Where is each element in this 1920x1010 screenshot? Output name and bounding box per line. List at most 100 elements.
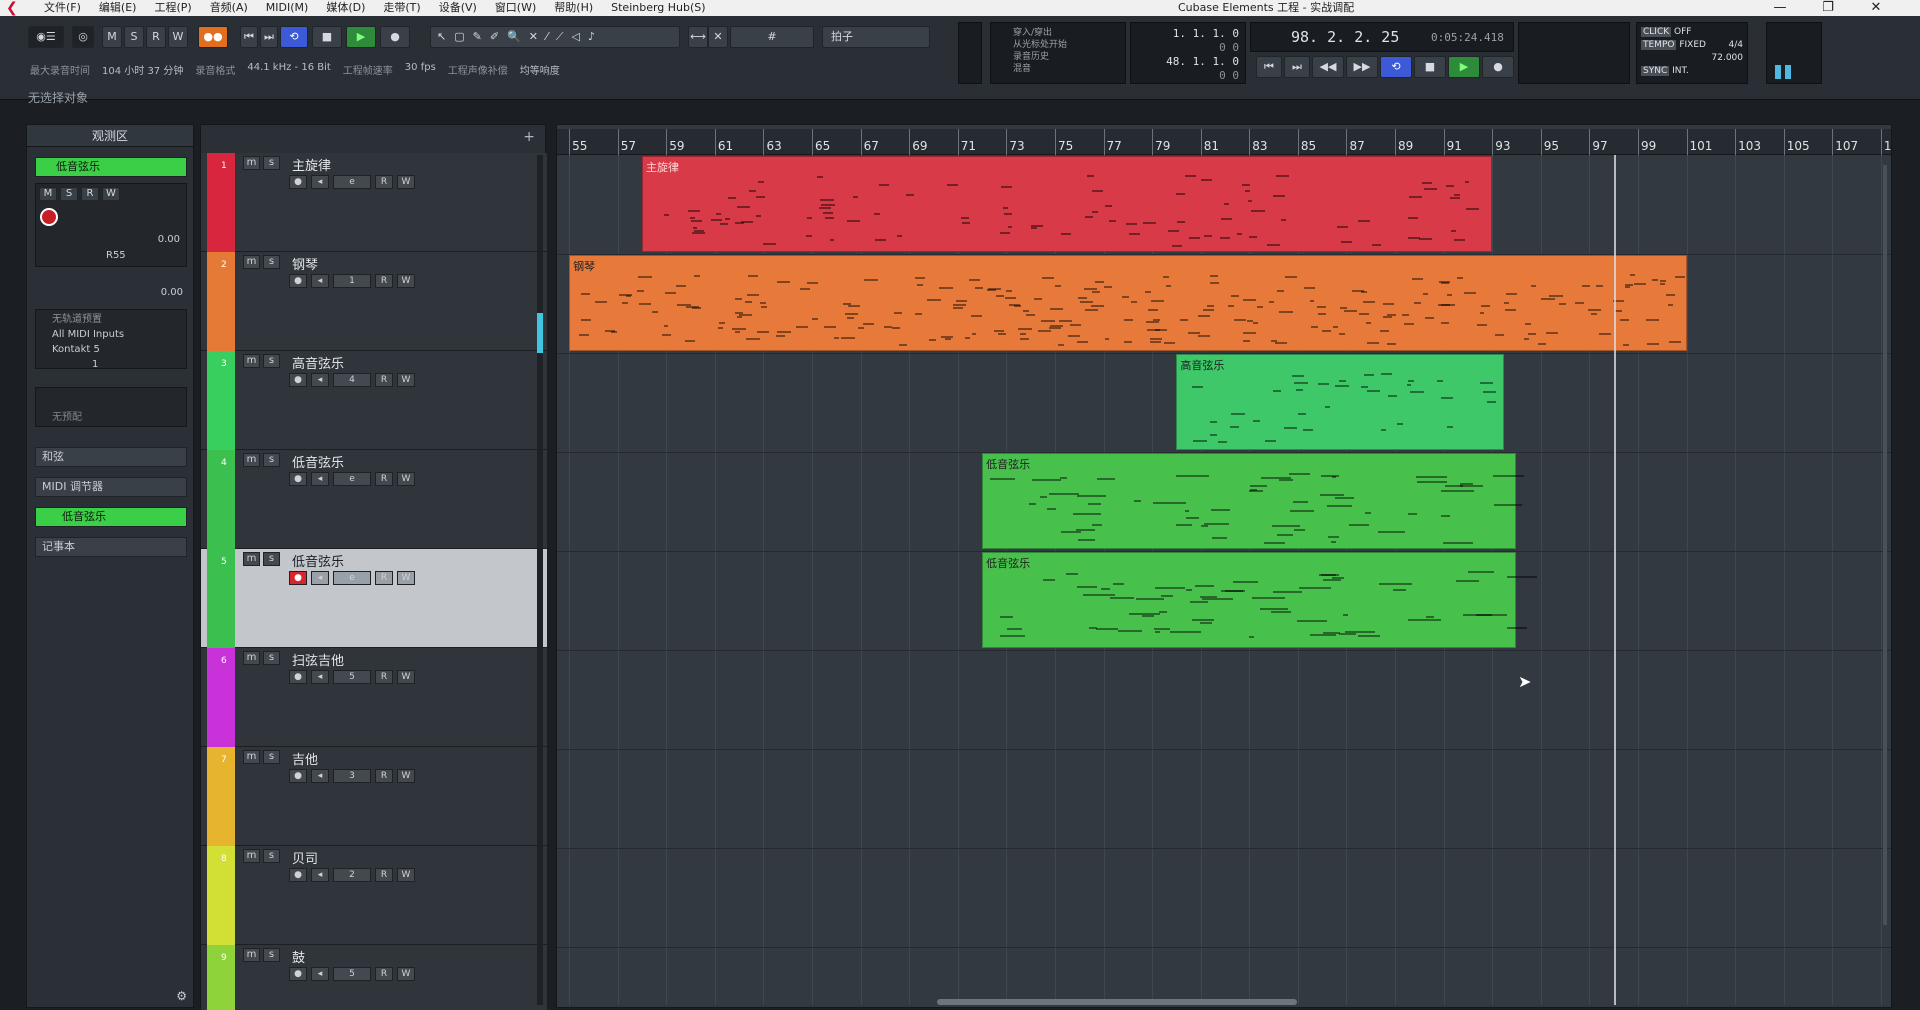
track-record-button[interactable]: ● xyxy=(289,571,307,585)
track-solo-button[interactable]: s xyxy=(263,156,280,170)
left-locator[interactable]: 1. 1. 1. 0 xyxy=(1137,27,1239,41)
track-write-button[interactable]: W xyxy=(397,373,415,387)
track-name[interactable]: 鼓 xyxy=(292,947,305,966)
track-record-button[interactable]: ● xyxy=(289,373,307,387)
track-record-button[interactable]: ● xyxy=(289,769,307,783)
tempo-label[interactable]: TEMPO xyxy=(1641,40,1677,50)
add-track-icon[interactable]: + xyxy=(523,129,535,145)
track-name[interactable]: 扫弦吉他 xyxy=(292,650,344,669)
track-color-bar[interactable]: 7 xyxy=(207,747,235,846)
track-record-button[interactable]: ● xyxy=(289,868,307,882)
inspector-write-button[interactable]: W xyxy=(102,187,120,201)
track-solo-button[interactable]: s xyxy=(263,849,280,863)
inspector-section-midi-modifiers[interactable]: MIDI 调节器 xyxy=(35,477,187,497)
menu-item-1[interactable]: 编辑(E) xyxy=(95,0,141,16)
track-read-button[interactable]: R xyxy=(375,373,393,387)
track-row[interactable]: 5 m s 低音弦乐 ● ◂ e R W xyxy=(201,549,547,648)
track-color-bar[interactable]: 2 xyxy=(207,252,235,351)
track-mute-button[interactable]: m xyxy=(243,750,260,764)
track-monitor-button[interactable]: ◂ xyxy=(311,274,329,288)
track-record-button[interactable]: ● xyxy=(289,274,307,288)
track-name[interactable]: 钢琴 xyxy=(292,254,318,273)
track-monitor-button[interactable]: ◂ xyxy=(311,472,329,486)
track-row[interactable]: 8 m s 贝司 ● ◂ 2 R W xyxy=(201,846,547,945)
menu-item-10[interactable]: Steinberg Hub(S) xyxy=(607,0,709,16)
cycle-button[interactable]: ⟲ xyxy=(280,26,308,48)
solo-mode-button[interactable]: S xyxy=(124,26,144,48)
punch-item-2[interactable]: 从光标处开始 xyxy=(1013,39,1125,51)
stop-button[interactable]: ■ xyxy=(312,26,342,48)
inspector-mute-button[interactable]: M xyxy=(39,187,57,201)
restore-button[interactable]: ❐ xyxy=(1808,0,1848,16)
goto-end-button[interactable]: ⏭ xyxy=(260,26,278,48)
track-read-button[interactable]: R xyxy=(375,769,393,783)
sync-mode[interactable]: INT. xyxy=(1672,66,1689,76)
framerate-value[interactable]: 30 fps xyxy=(405,62,436,77)
inspector-solo-button[interactable]: S xyxy=(60,187,78,201)
track-row[interactable]: 3 m s 高音弦乐 ● ◂ 4 R W xyxy=(201,351,547,450)
position-time[interactable]: 0:05:24.418 xyxy=(1431,31,1504,44)
right-locator[interactable]: 48. 1. 1. 0 xyxy=(1137,55,1239,69)
snap-toggle[interactable]: ⟷ xyxy=(688,26,708,48)
quantize-select[interactable]: 拍子 xyxy=(822,26,930,48)
play-button[interactable]: ▶ xyxy=(346,26,376,48)
window-layout-button[interactable]: ◉☰ xyxy=(28,26,64,48)
write-mode-button[interactable]: W xyxy=(168,26,188,48)
minimize-button[interactable]: — xyxy=(1760,0,1800,16)
track-write-button[interactable]: W xyxy=(397,967,415,981)
inspector-pan[interactable]: R55 xyxy=(106,250,126,261)
track-read-button[interactable]: R xyxy=(375,571,393,585)
constrain-button[interactable]: ◎ xyxy=(72,26,94,48)
track-color-bar[interactable]: 4 xyxy=(207,450,235,549)
track-name[interactable]: 主旋律 xyxy=(292,155,331,174)
menu-item-8[interactable]: 窗口(W) xyxy=(491,0,540,16)
track-mute-button[interactable]: m xyxy=(243,948,260,962)
inspector-output[interactable]: Kontakt 5 xyxy=(52,342,186,357)
midi-part[interactable]: 低音弦乐 xyxy=(982,552,1538,648)
track-monitor-button[interactable]: ◂ xyxy=(311,967,329,981)
vertical-zoom-scrollbar[interactable] xyxy=(1883,165,1887,925)
inspector-track-name[interactable]: 低音弦乐 xyxy=(35,157,187,177)
track-solo-button[interactable]: s xyxy=(263,354,280,368)
track-read-button[interactable]: R xyxy=(375,967,393,981)
next-marker-button[interactable]: ⏭ xyxy=(1284,56,1310,78)
transport-cycle-button[interactable]: ⟲ xyxy=(1380,56,1412,78)
track-write-button[interactable]: W xyxy=(397,571,415,585)
track-slot-button[interactable]: e xyxy=(333,571,371,585)
forward-button[interactable]: ▶▶ xyxy=(1346,56,1378,78)
inspector-section-notepad[interactable]: 记事本 xyxy=(35,537,187,557)
position-display[interactable]: 98. 2. 2. 25 0:05:24.418 xyxy=(1250,22,1514,52)
track-monitor-button[interactable]: ◂ xyxy=(311,571,329,585)
track-record-button[interactable]: ● xyxy=(289,670,307,684)
track-color-bar[interactable]: 1 xyxy=(207,153,235,252)
track-slot-button[interactable]: 4 xyxy=(333,373,371,387)
track-mute-button[interactable]: m xyxy=(243,255,260,269)
track-solo-button[interactable]: s xyxy=(263,453,280,467)
read-mode-button[interactable]: R xyxy=(146,26,166,48)
track-mute-button[interactable]: m xyxy=(243,651,260,665)
track-write-button[interactable]: W xyxy=(397,472,415,486)
click-state[interactable]: OFF xyxy=(1674,27,1691,37)
track-name[interactable]: 低音弦乐 xyxy=(292,551,344,570)
track-monitor-button[interactable]: ◂ xyxy=(311,868,329,882)
tempo-mode[interactable]: FIXED xyxy=(1679,40,1706,50)
menu-item-9[interactable]: 帮助(H) xyxy=(550,0,597,16)
track-solo-button[interactable]: s xyxy=(263,948,280,962)
inspector-delay[interactable]: 0.00 xyxy=(161,287,183,298)
tool-palette[interactable]: ↖▢✎✐🔍✕⁄⟋◁♪ xyxy=(430,26,680,48)
menu-item-2[interactable]: 工程(P) xyxy=(150,0,195,16)
track-row[interactable]: 2 m s 钢琴 ● ◂ 1 R W xyxy=(201,252,547,351)
inspector-midi-input[interactable]: All MIDI Inputs xyxy=(52,327,186,342)
track-name[interactable]: 吉他 xyxy=(292,749,318,768)
track-mute-button[interactable]: m xyxy=(243,156,260,170)
track-write-button[interactable]: W xyxy=(397,868,415,882)
inspector-program[interactable]: 无预配 xyxy=(35,387,187,427)
rewind-button[interactable]: ◀◀ xyxy=(1312,56,1344,78)
track-monitor-button[interactable]: ◂ xyxy=(311,670,329,684)
track-record-button[interactable]: ● xyxy=(289,472,307,486)
punch-item-3[interactable]: 录音历史 xyxy=(1013,51,1125,63)
snap-type-button[interactable]: ✕ xyxy=(708,26,728,48)
midi-part[interactable]: 钢琴 xyxy=(569,255,1687,351)
menu-item-3[interactable]: 音频(A) xyxy=(206,0,252,16)
track-name[interactable]: 高音弦乐 xyxy=(292,353,344,372)
